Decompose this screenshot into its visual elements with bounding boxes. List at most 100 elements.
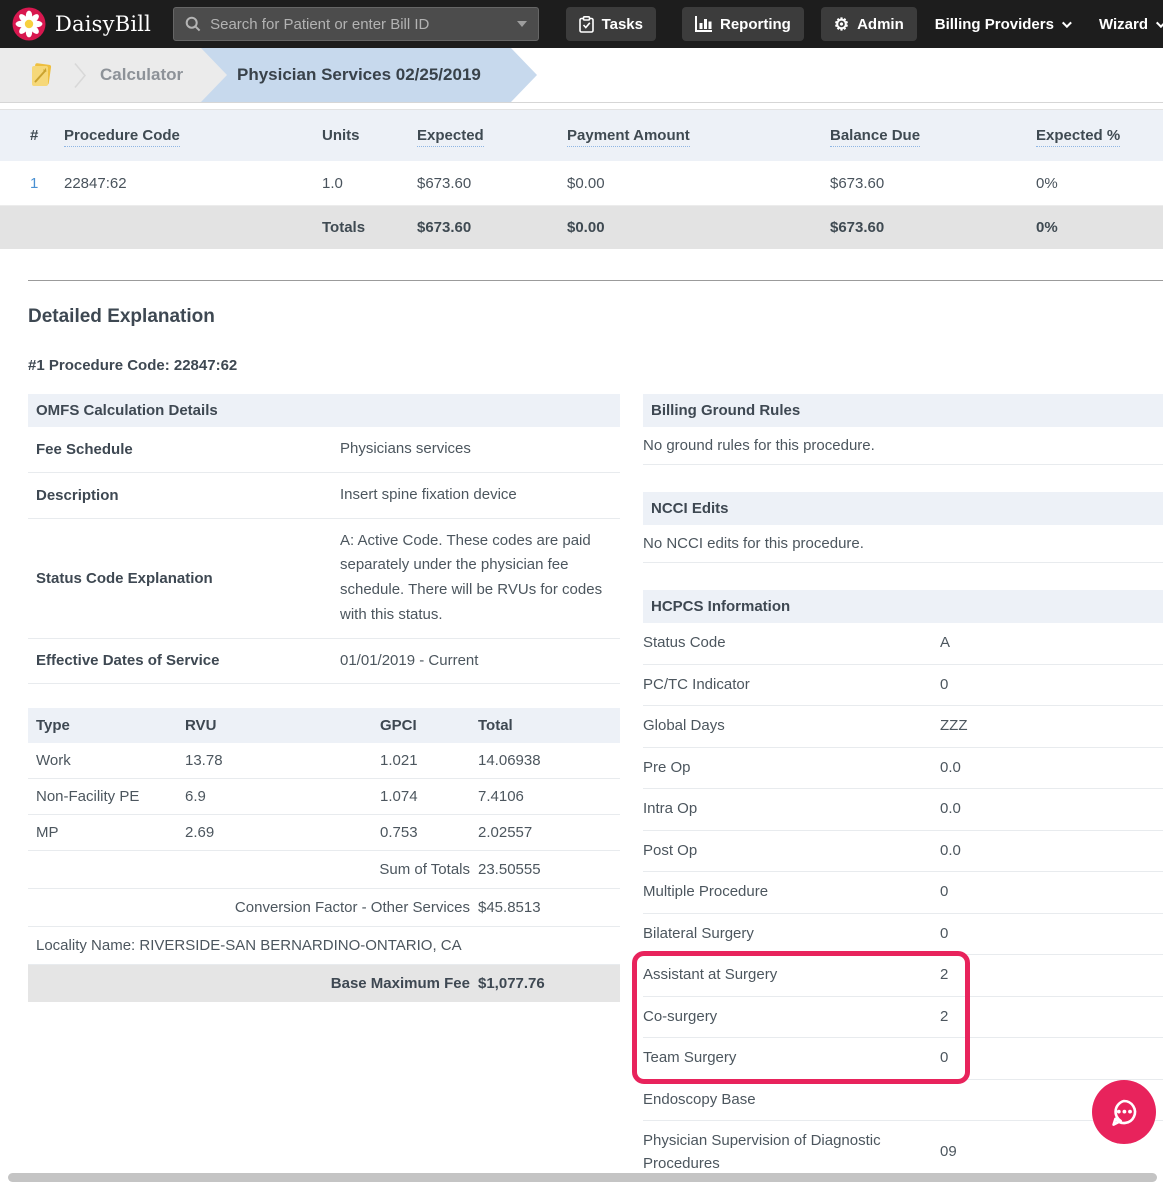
chat-widget-button[interactable] [1092,1080,1156,1144]
chevron-down-icon [1062,18,1072,28]
wizard-menu[interactable]: Wizard [1099,16,1163,33]
breadcrumb-current[interactable]: Physician Services 02/25/2019 [201,48,537,102]
ncci-edits-section: NCCI Edits No NCCI edits for this proced… [643,492,1163,563]
row-label: Fee Schedule [28,431,332,468]
table-row: Work13.78 1.02114.06938 [28,743,620,779]
table-row: 1 22847:62 1.0 $673.60 $0.00 $673.60 0% [0,161,1163,206]
description-row: Description Insert spine fixation device [28,473,620,519]
table-row: Global DaysZZZ [643,706,1163,748]
brand-name: DaisyBill [55,12,151,36]
table-row: Bilateral Surgery0 [643,914,1163,956]
bill-line-items-table: # Procedure Code Units Expected Payment … [0,109,1163,249]
wizard-doc-icon[interactable] [28,62,55,93]
totals-payment: $0.00 [567,219,830,236]
row-value: A: Active Code. These codes are paid sep… [332,519,620,638]
reporting-button[interactable]: Reporting [682,7,804,41]
units-cell: 1.0 [322,175,417,192]
conversion-factor-row: Conversion Factor - Other Services $45.8… [28,889,620,927]
bar-chart-icon [695,16,712,32]
table-row: Team Surgery0 [643,1038,1163,1080]
balance-due-cell: $673.60 [830,175,1036,192]
reporting-label: Reporting [720,16,791,33]
table-row: Co-surgery2 [643,997,1163,1039]
table-row: MP2.69 0.7532.02557 [28,815,620,851]
rvu-col-type: Type [36,708,185,743]
effective-dates-row: Effective Dates of Service 01/01/2019 - … [28,639,620,685]
status-code-explanation-row: Status Code Explanation A: Active Code. … [28,519,620,639]
surgery-highlight-group: Assistant at Surgery2 Co-surgery2 Team S… [643,955,1163,1080]
billing-ground-rules-section: Billing Ground Rules No ground rules for… [643,394,1163,465]
table-row: Multiple Procedure0 [643,872,1163,914]
table-row: PC/TC Indicator0 [643,665,1163,707]
payment-amount-cell: $0.00 [567,175,830,192]
omfs-header: OMFS Calculation Details [28,394,620,427]
totals-row: Totals $673.60 $0.00 $673.60 0% [0,206,1163,249]
gear-icon: ⚙ [834,16,849,33]
col-header-expected-pct[interactable]: Expected % [1036,127,1163,144]
billing-providers-label: Billing Providers [935,16,1054,33]
clipboard-check-icon [579,16,594,33]
page-title: Detailed Explanation [28,306,1163,328]
omfs-column: OMFS Calculation Details Fee Schedule Ph… [28,394,620,1002]
row-label: Effective Dates of Service [28,642,332,679]
table-row: Status CodeA [643,623,1163,665]
wizard-label: Wizard [1099,16,1148,33]
procedure-subtitle: #1 Procedure Code: 22847:62 [28,357,1163,374]
totals-expected: $673.60 [417,219,567,236]
billing-providers-menu[interactable]: Billing Providers [935,16,1069,33]
ncci-edits-text: No NCCI edits for this procedure. [643,525,1163,563]
expected-cell: $673.60 [417,175,567,192]
breadcrumb-current-label: Physician Services 02/25/2019 [237,65,481,85]
admin-label: Admin [857,16,904,33]
row-label: Status Code Explanation [28,560,332,597]
ncci-edits-header: NCCI Edits [643,492,1163,525]
global-search[interactable] [173,7,538,41]
col-header-balance-due[interactable]: Balance Due [830,127,1036,144]
col-header-expected[interactable]: Expected [417,127,567,144]
bill-table-header-row: # Procedure Code Units Expected Payment … [0,110,1163,161]
chevron-down-icon [1156,18,1163,28]
hcpcs-header: HCPCS Information [643,590,1163,623]
row-value: Insert spine fixation device [332,473,620,518]
search-icon [185,16,201,32]
col-header-procedure-code[interactable]: Procedure Code [64,127,322,144]
table-row: Intra Op0.0 [643,789,1163,831]
table-row: Endoscopy Base [643,1080,1163,1122]
expected-pct-cell: 0% [1036,175,1163,192]
top-navigation-bar: DaisyBill Tasks [0,0,1163,48]
col-header-payment-amount[interactable]: Payment Amount [567,127,830,144]
chat-icon [1106,1094,1142,1130]
tasks-button[interactable]: Tasks [566,7,656,41]
totals-label: Totals [322,219,417,236]
rvu-col-total: Total [478,708,620,743]
search-dropdown-caret-icon[interactable] [517,21,527,27]
col-header-num: # [30,127,64,144]
row-label: Description [28,477,332,514]
tasks-label: Tasks [602,16,643,33]
rvu-table: Type RVU GPCI Total Work13.78 1.02114.06… [28,708,620,1002]
row-value: 01/01/2019 - Current [332,639,620,684]
daisy-logo-icon [12,7,46,41]
rvu-col-gpci: GPCI [380,708,478,743]
rules-column: Billing Ground Rules No ground rules for… [643,394,1163,1182]
col-header-units: Units [322,127,417,144]
table-row: Assistant at Surgery2 [643,955,1163,997]
base-maximum-fee-row: Base Maximum Fee $1,077.76 [28,965,620,1002]
totals-pct: 0% [1036,219,1163,236]
table-row: Non-Facility PE6.9 1.0747.4106 [28,779,620,815]
section-divider [28,280,1163,281]
admin-button[interactable]: ⚙ Admin [821,7,917,41]
search-input[interactable] [210,16,507,33]
locality-row: Locality Name: RIVERSIDE-SAN BERNARDINO-… [28,927,620,965]
breadcrumb: Physician Services 02/25/2019 Calculator [0,48,1163,103]
breadcrumb-item-calculator[interactable]: Calculator [100,48,183,102]
rvu-col-rvu: RVU [185,708,380,743]
table-row: Pre Op0.0 [643,748,1163,790]
row-number-link[interactable]: 1 [30,175,64,192]
billing-ground-rules-text: No ground rules for this procedure. [643,427,1163,465]
breadcrumb-chevron-icon [74,63,87,92]
sum-of-totals-row: Sum of Totals 23.50555 [28,851,620,889]
brand[interactable]: DaisyBill [12,7,151,41]
horizontal-scrollbar[interactable] [8,1173,1157,1182]
procedure-code-cell: 22847:62 [64,175,322,192]
